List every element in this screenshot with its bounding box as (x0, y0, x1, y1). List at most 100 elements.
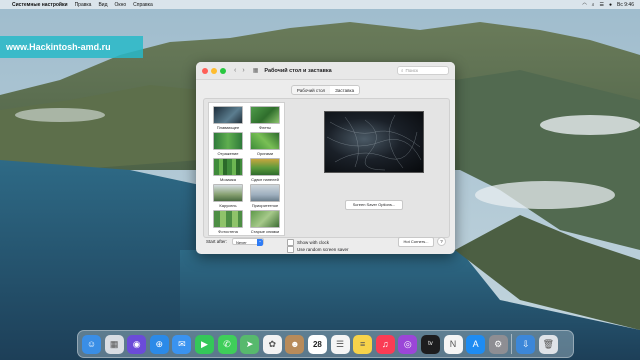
calendar-icon[interactable]: 28 (307, 334, 327, 354)
screensaver-thumbnail (213, 184, 243, 202)
control-center-icon[interactable]: ☰ (600, 2, 604, 8)
screensaver-thumbnail (250, 106, 280, 124)
dock-separator (511, 334, 513, 354)
screensaver-preview (324, 111, 424, 173)
start-after-select[interactable]: Never ⌃ (232, 238, 264, 246)
screensaver-thumbnail (213, 158, 243, 176)
dock-right: ⇩ 🗑 (516, 334, 561, 354)
menu-item-window[interactable]: Окно (115, 2, 127, 8)
preview-image (326, 114, 422, 171)
tab-screen-saver[interactable]: Заставка (330, 86, 360, 94)
facetime-icon[interactable]: ▶ (194, 334, 214, 354)
screensaver-thumbnail (250, 158, 280, 176)
use-random-checkbox[interactable]: Use random screen saver (287, 246, 349, 253)
watermark-banner: www.Hackintosh-amd.ru (0, 36, 143, 58)
screensaver-label: Флеты (258, 125, 272, 130)
reminders-icon[interactable]: ☰ (330, 334, 350, 354)
dock: ☺ ▦ ◉ ⊕ ✉ ▶ ✆ ➤ ✿ ☻ 28 ☰ ≡ ♫ ◎ tv N A ⚙ ⇩ 🗑 (77, 330, 574, 358)
use-random-label: Use random screen saver (297, 247, 349, 252)
screensaver-label: Плавающее (216, 125, 240, 130)
screen-saver-options-button[interactable]: Screen Saver Options... (345, 200, 403, 210)
screensaver-item[interactable]: Оригами (250, 132, 280, 156)
screensaver-item[interactable]: Мозаика (213, 158, 243, 182)
menu-item-help[interactable]: Справка (133, 2, 153, 8)
show-with-clock-label: Show with clock (297, 240, 330, 245)
mail-icon[interactable]: ✉ (172, 334, 192, 354)
screensaver-list[interactable]: Плавающее Флеты Отражение Оригами Мозаик… (208, 102, 285, 236)
downloads-icon[interactable]: ⇩ (516, 334, 536, 354)
tab-bar: Рабочий стол Заставка (196, 85, 455, 95)
app-store-icon[interactable]: A (466, 334, 486, 354)
photos-icon[interactable]: ✿ (262, 334, 282, 354)
menu-clock[interactable]: Вс 9:46 (617, 2, 634, 8)
system-preferences-icon[interactable]: ⚙ (488, 334, 508, 354)
screensaver-thumbnail (250, 132, 280, 150)
siri-icon[interactable]: ◉ (127, 334, 147, 354)
finder-icon[interactable]: ☺ (82, 334, 101, 354)
screensaver-label: Карусель (219, 203, 237, 208)
screensaver-label: Фотостена (218, 229, 238, 234)
chevron-updown-icon: ⌃ (257, 239, 263, 246)
screensaver-item[interactable]: Плавающее (213, 106, 243, 130)
window-footer: Start after: Never ⌃ Show with clock Use… (196, 237, 455, 254)
contacts-icon[interactable]: ☻ (285, 334, 305, 354)
safari-icon[interactable]: ⊕ (149, 334, 169, 354)
search-field[interactable]: ⌕ Поиск (397, 66, 449, 75)
maps-icon[interactable]: ➤ (240, 334, 260, 354)
screensaver-label: Приоритетное (251, 203, 279, 208)
screensaver-item[interactable]: Сдвиг панелей (250, 158, 280, 182)
tab-desktop[interactable]: Рабочий стол (292, 86, 330, 94)
search-icon: ⌕ (401, 68, 404, 73)
screensaver-thumbnail (213, 132, 243, 150)
podcasts-icon[interactable]: ◎ (398, 334, 418, 354)
search-placeholder: Поиск (405, 68, 419, 73)
screensaver-label: Старые снимки (250, 229, 280, 234)
zoom-window-button[interactable] (220, 67, 226, 74)
spotlight-icon[interactable]: ⌕ (592, 2, 595, 8)
menu-item-edit[interactable]: Правка (75, 2, 92, 8)
music-icon[interactable]: ♫ (375, 334, 395, 354)
screensaver-thumbnail (250, 184, 280, 202)
minimize-window-button[interactable] (211, 67, 217, 74)
screensaver-label: Оригами (256, 151, 274, 156)
show-with-clock-checkbox[interactable]: Show with clock (287, 239, 329, 246)
screensaver-item[interactable]: Старые снимки (250, 210, 280, 234)
menu-bar: Системные настройки Правка Вид Окно Спра… (0, 0, 640, 9)
apple-tv-icon[interactable]: tv (420, 334, 440, 354)
dock-apps: ☺ ▦ ◉ ⊕ ✉ ▶ ✆ ➤ ✿ ☻ 28 ☰ ≡ ♫ ◎ tv N A ⚙ (82, 334, 511, 354)
hot-corners-button[interactable]: Hot Corners... (398, 237, 434, 247)
window-title: Рабочий стол и заставка (264, 67, 332, 74)
screensaver-panel: Плавающее Флеты Отражение Оригами Мозаик… (203, 98, 450, 238)
menu-app-name[interactable]: Системные настройки (12, 2, 68, 8)
screensaver-item[interactable]: Фотостена (213, 210, 243, 234)
wifi-icon[interactable]: ◠ (582, 2, 586, 8)
help-button[interactable]: ? (437, 237, 446, 246)
back-chevron-icon[interactable]: ‹ (234, 67, 236, 74)
screensaver-item[interactable]: Карусель (213, 184, 243, 208)
screensaver-item[interactable]: Отражение (213, 132, 243, 156)
menu-item-view[interactable]: Вид (98, 2, 107, 8)
siri-menu-icon[interactable]: ● (609, 2, 612, 8)
screensaver-item[interactable]: Флеты (250, 106, 280, 130)
screensaver-item[interactable]: Приоритетное (250, 184, 280, 208)
desktop-screensaver-window: ‹ › ▦ Рабочий стол и заставка ⌕ Поиск Ра… (196, 62, 455, 254)
forward-chevron-icon[interactable]: › (242, 67, 244, 74)
start-after-value: Never (236, 240, 247, 245)
screensaver-label: Мозаика (220, 177, 236, 182)
trash-icon[interactable]: 🗑 (538, 334, 558, 354)
screensaver-thumbnail (213, 210, 243, 228)
notes-icon[interactable]: ≡ (353, 334, 373, 354)
messages-icon[interactable]: ✆ (217, 334, 237, 354)
checkbox-box[interactable] (287, 239, 294, 246)
news-icon[interactable]: N (443, 334, 463, 354)
screensaver-thumbnail (250, 210, 280, 228)
menu-bar-tray: ◠ ⌕ ☰ ● Вс 9:46 (582, 2, 640, 8)
window-titlebar[interactable]: ‹ › ▦ Рабочий стол и заставка ⌕ Поиск (196, 62, 455, 80)
checkbox-box[interactable] (287, 246, 294, 253)
screensaver-thumbnail (213, 106, 243, 124)
start-after-label: Start after: (206, 239, 228, 244)
launchpad-icon[interactable]: ▦ (104, 334, 124, 354)
screensaver-label: Сдвиг панелей (251, 177, 279, 182)
close-window-button[interactable] (202, 67, 208, 74)
show-all-grid-icon[interactable]: ▦ (253, 67, 259, 74)
